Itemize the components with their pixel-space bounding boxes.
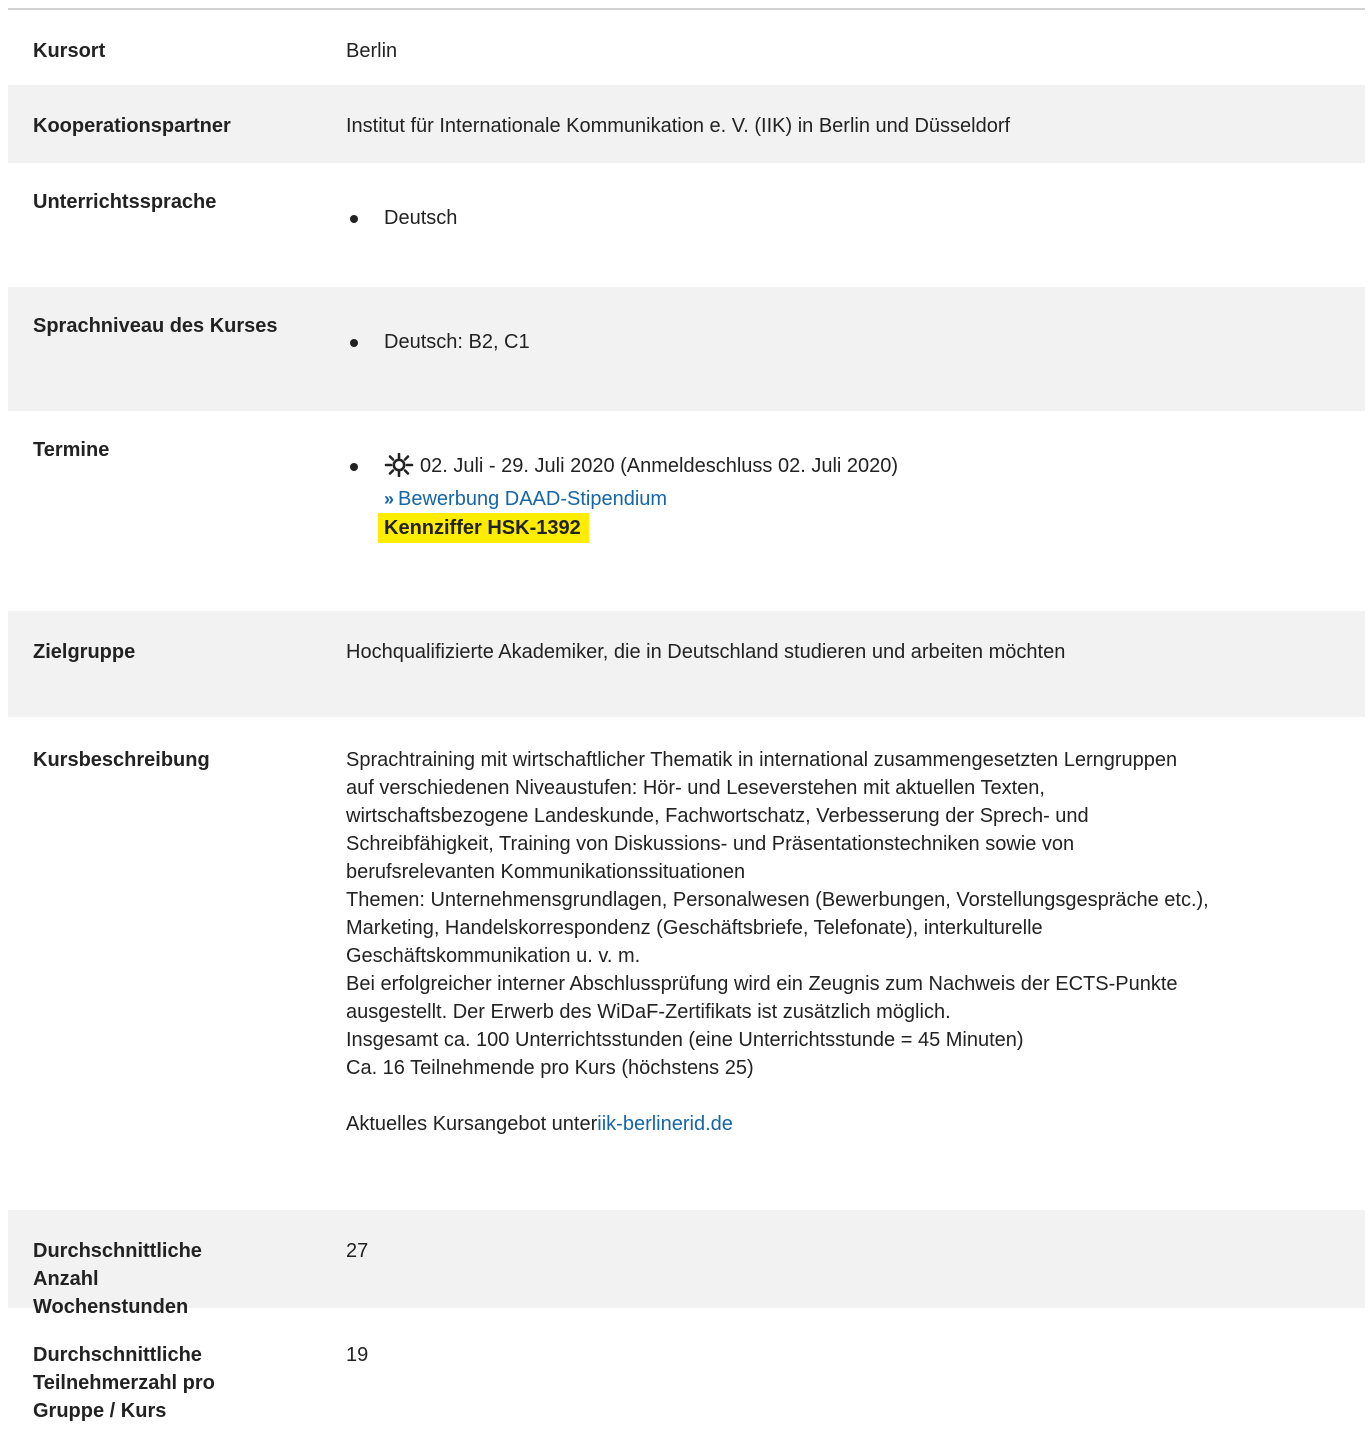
date-range: 02. Juli - 29. Juli 2020 (Anmeldeschluss… bbox=[420, 455, 899, 477]
row-value: Institut für Internationale Kommunikatio… bbox=[346, 115, 1011, 137]
language-list: Deutsch bbox=[346, 204, 1345, 232]
level-list: Deutsch: B2, C1 bbox=[346, 328, 1345, 356]
row-value: 27 bbox=[346, 1240, 369, 1262]
sun-icon bbox=[384, 452, 414, 485]
row-label: Sprachniveau des Kurses bbox=[33, 315, 278, 337]
row-label: Kursbeschreibung bbox=[33, 749, 210, 771]
list-item: 02. Juli - 29. Juli 2020 (Anmeldeschluss… bbox=[346, 452, 1345, 543]
row-termine: Termine 02. Juli - 29. Juli 2020 (Anmeld… bbox=[8, 411, 1365, 611]
course-offer-line: Aktuelles Kursangebot unteriik-berlineri… bbox=[346, 1113, 733, 1135]
row-label: Durchschnittliche Anzahl Wochenstunden bbox=[33, 1240, 202, 1318]
row-zielgruppe: Zielgruppe Hochqualifizierte Akademiker,… bbox=[8, 611, 1365, 717]
row-value: Hochqualifizierte Akademiker, die in Deu… bbox=[346, 641, 1066, 663]
row-kooperationspartner: Kooperationspartner Institut für Interna… bbox=[8, 85, 1365, 163]
row-label: Unterrichtssprache bbox=[33, 191, 217, 213]
bullet-icon bbox=[350, 339, 358, 347]
row-label: Durchschnittliche Teilnehmerzahl pro Gru… bbox=[33, 1344, 215, 1422]
row-unterrichtssprache: Unterrichtssprache Deutsch bbox=[8, 163, 1365, 287]
row-value: 19 bbox=[346, 1344, 369, 1366]
course-offer-link[interactable]: iik-berlinerid.de bbox=[597, 1113, 733, 1135]
bullet-icon bbox=[350, 215, 358, 223]
list-item: Deutsch: B2, C1 bbox=[346, 328, 1345, 356]
daad-application-link[interactable]: » Bewerbung DAAD-Stipendium bbox=[384, 488, 667, 510]
double-chevron-right-icon: » bbox=[384, 489, 395, 509]
bullet-icon bbox=[350, 463, 358, 471]
row-sprachniveau: Sprachniveau des Kurses Deutsch: B2, C1 bbox=[8, 287, 1365, 411]
row-wochenstunden: Durchschnittliche Anzahl Wochenstunden 2… bbox=[8, 1210, 1365, 1318]
row-label: Kooperationspartner bbox=[33, 115, 231, 137]
row-kursbeschreibung: Kursbeschreibung Sprachtraining mit wirt… bbox=[8, 717, 1365, 1210]
reference-number-badge: Kennziffer HSK-1392 bbox=[378, 513, 589, 543]
list-item: Deutsch bbox=[346, 204, 1345, 232]
course-description: Sprachtraining mit wirtschaftlicher Them… bbox=[346, 746, 1365, 1138]
course-details-table: Kursort Berlin Kooperationspartner Insti… bbox=[8, 8, 1365, 1434]
row-kursort: Kursort Berlin bbox=[8, 10, 1365, 85]
row-value: Berlin bbox=[346, 40, 398, 62]
row-label: Kursort bbox=[33, 40, 106, 62]
row-label: Zielgruppe bbox=[33, 641, 136, 663]
dates-list: 02. Juli - 29. Juli 2020 (Anmeldeschluss… bbox=[346, 452, 1345, 543]
row-teilnehmerzahl: Durchschnittliche Teilnehmerzahl pro Gru… bbox=[8, 1308, 1365, 1434]
row-label: Termine bbox=[33, 439, 110, 461]
